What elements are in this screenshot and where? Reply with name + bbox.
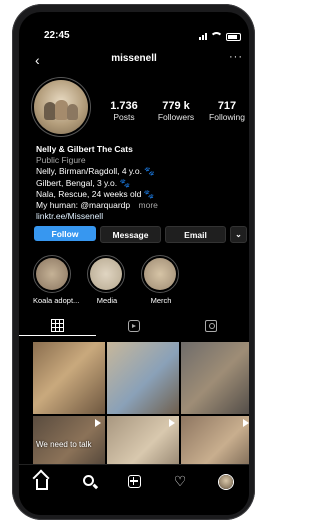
bio-line: Nala, Rescue, 24 weeks old 🐾 [36,188,155,199]
story-highlights: Koala adopt... Media Merch [33,255,181,305]
nav-activity[interactable]: ♡ [157,465,203,515]
battery-icon [226,32,241,41]
following-count: 717 [217,100,237,112]
nav-search[interactable] [65,465,111,515]
highlight-ring [87,255,125,293]
profile-header: ‹ missenell ··· [19,50,249,72]
email-button[interactable]: Email [165,226,226,243]
highlight-label: Merch [150,296,172,305]
posts-count: 1.736 [110,100,138,112]
highlight-image [144,258,176,290]
bio-line: My human: @marquardp [36,200,131,211]
wifi-icon [210,32,223,41]
heart-icon: ♡ [173,473,187,489]
stat-posts[interactable]: 1.736 Posts [98,100,150,123]
reel-badge-icon [168,419,176,427]
stat-followers[interactable]: 779 k Followers [150,100,202,123]
message-button[interactable]: Message [100,226,161,243]
home-icon [36,479,48,490]
highlight-label: Koala adopt... [33,296,80,305]
grid-icon [50,319,64,332]
profile-username: missenell [111,53,157,64]
highlight-merch[interactable]: Merch [141,255,181,305]
post-tile[interactable] [33,342,105,414]
highlight-label: Media [96,296,118,305]
profile-actions: Follow Message Email ⌄ [34,226,247,243]
bio-category: Public Figure [36,155,86,166]
bio-line: Gilbert, Bengal, 3 y.o. 🐾 [36,177,131,188]
tagged-icon [204,320,217,332]
highlight-koala[interactable]: Koala adopt... [33,255,80,305]
highlight-ring [33,255,71,293]
post-tile[interactable] [181,342,249,414]
phone-notch [94,12,180,28]
tab-posts-grid[interactable] [19,316,96,336]
followers-count: 779 k [162,100,190,112]
bio-name: Nelly & Gilbert The Cats [36,144,133,154]
follow-button[interactable]: Follow [34,226,96,241]
highlight-image [36,258,68,290]
posts-label: Posts [113,112,135,122]
status-time: 22:45 [44,30,70,41]
nav-profile[interactable] [203,465,249,515]
profile-avatar[interactable] [34,80,88,134]
reel-badge-icon [94,419,102,427]
reel-badge-icon [242,419,249,427]
highlight-image [90,258,122,290]
profile-icon [219,475,233,489]
highlight-ring [141,255,179,293]
reels-icon [128,320,140,332]
profile-bio: Nelly & Gilbert The Cats Public Figure N… [36,144,241,222]
status-icons [199,32,241,41]
suggested-accounts-button[interactable]: ⌄ [230,226,247,243]
stat-following[interactable]: 717 Following [201,100,249,123]
bio-line: Nelly, Birman/Ragdoll, 4 y.o. 🐾 [36,166,155,177]
signal-icon [199,33,207,40]
bio-link[interactable]: linktr.ee/Missenell [36,211,241,222]
post-caption: We need to talk [36,440,92,449]
tab-tagged[interactable] [172,316,249,336]
avatar-cat-shape [67,104,78,120]
following-label: Following [209,112,245,122]
highlight-media[interactable]: Media [87,255,127,305]
nav-home[interactable] [19,465,65,515]
more-options-icon[interactable]: ··· [229,51,243,63]
bio-more-link[interactable]: more [139,200,158,210]
add-icon [127,475,141,488]
phone-screen: 22:45 ‹ missenell ··· 1.736 Posts 779 k … [19,12,249,515]
post-tile[interactable] [107,342,179,414]
tab-reels[interactable] [96,316,173,336]
profile-tabs [19,316,249,336]
search-icon [82,475,94,486]
followers-label: Followers [157,112,195,122]
nav-create[interactable] [111,465,157,515]
bottom-nav: ♡ [19,464,249,515]
